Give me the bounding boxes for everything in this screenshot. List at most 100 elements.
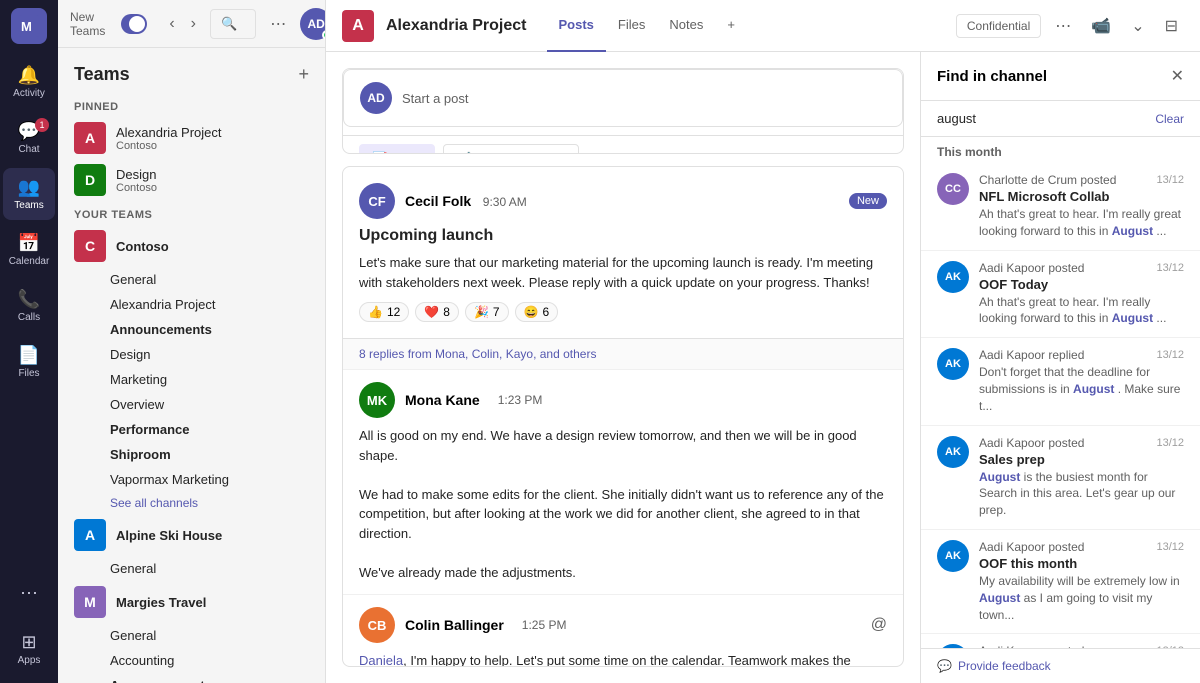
post-tab-btn[interactable]: 📝 Post <box>359 144 435 154</box>
team-alpine[interactable]: A Alpine Ski House <box>58 514 325 556</box>
reaction-party[interactable]: 🎉 7 <box>465 302 509 322</box>
tab-files[interactable]: Files <box>606 0 657 52</box>
app-logo: M <box>11 8 47 44</box>
find-result-2-title: OOF Today <box>979 277 1184 292</box>
back-button[interactable]: ‹ <box>163 11 180 37</box>
channel-tabs: Posts Files Notes + <box>547 0 747 52</box>
reaction-laugh[interactable]: 😄 6 <box>515 302 559 322</box>
reply1-body: All is good on my end. We have a design … <box>359 426 887 582</box>
channel-announcements[interactable]: Announcements <box>58 317 325 342</box>
find-result-4-header: Aadi Kapoor posted 13/12 <box>979 436 1184 450</box>
find-result-3-avatar: AK <box>937 348 969 380</box>
original-message: CF Cecil Folk 9:30 AM New Upcoming launc… <box>343 167 903 338</box>
rail-calendar[interactable]: 📅 Calendar <box>3 224 55 276</box>
find-result-5-title: OOF this month <box>979 556 1184 571</box>
rail-more[interactable]: ⋯ <box>3 567 55 619</box>
tab-posts[interactable]: Posts <box>547 0 606 52</box>
feedback-label: Provide feedback <box>958 659 1051 673</box>
sidebar-header: Teams + <box>58 48 325 93</box>
channel-general[interactable]: General <box>58 267 325 292</box>
rail-apps-label: Apps <box>18 655 41 666</box>
find-close-button[interactable]: ✕ <box>1171 66 1184 86</box>
find-result-6[interactable]: AK Aadi Kapoor posted 13/12 Important me… <box>921 634 1200 648</box>
channel-margies-announcements-label: Announcements <box>110 678 212 683</box>
find-result-3-header: Aadi Kapoor replied 13/12 <box>979 348 1184 362</box>
add-tab-button[interactable]: + <box>715 0 747 52</box>
channel-overview[interactable]: Overview <box>58 392 325 417</box>
more-options-button[interactable]: ⋯ <box>264 10 292 38</box>
calendar-icon: 📅 <box>18 233 40 254</box>
new-teams-switch[interactable] <box>121 14 147 34</box>
find-panel: Find in channel ✕ Clear This month CC Ch… <box>920 52 1200 683</box>
add-team-button[interactable]: + <box>298 64 309 85</box>
composer-avatar: AD <box>360 82 392 114</box>
see-all-contoso[interactable]: See all channels <box>58 492 325 514</box>
pinned-design[interactable]: D Design Contoso <box>58 159 325 201</box>
user-avatar[interactable]: AD <box>300 8 326 40</box>
find-result-4-content: Aadi Kapoor posted 13/12 Sales prep Augu… <box>979 436 1184 519</box>
msg-author-info: Cecil Folk 9:30 AM <box>405 193 527 209</box>
channel-alexandria-project[interactable]: Alexandria Project <box>58 292 325 317</box>
channel-logo: A <box>342 10 374 42</box>
rail-calls[interactable]: 📞 Calls <box>3 280 55 332</box>
find-result-1-title: NFL Microsoft Collab <box>979 189 1184 204</box>
replies-bar[interactable]: 8 replies from Mona, Colin, Kayo, and ot… <box>343 338 903 369</box>
reaction-heart[interactable]: ❤️ 8 <box>415 302 459 322</box>
reply2-body: Daniela, I'm happy to help. Let's put so… <box>359 651 887 667</box>
find-result-3[interactable]: AK Aadi Kapoor replied 13/12 Don't forge… <box>921 338 1200 425</box>
announcement-tab-btn[interactable]: 📢 Announcement <box>443 144 579 154</box>
post-composer[interactable]: AD Start a post <box>343 69 903 127</box>
channel-shiproom-label: Shiproom <box>110 447 171 462</box>
find-result-4[interactable]: AK Aadi Kapoor posted 13/12 Sales prep A… <box>921 426 1200 530</box>
rail-files[interactable]: 📄 Files <box>3 336 55 388</box>
find-clear-button[interactable]: Clear <box>1155 112 1184 126</box>
channel-alpine-general-label: General <box>110 561 156 576</box>
forward-button[interactable]: › <box>185 11 202 37</box>
find-result-3-date: 13/12 <box>1156 349 1184 361</box>
channel-alpine-general[interactable]: General <box>58 556 325 581</box>
new-teams-toggle: New Teams <box>70 10 147 38</box>
find-feedback[interactable]: 💬 Provide feedback <box>921 648 1200 683</box>
rail-chat[interactable]: 1 💬 Chat <box>3 112 55 164</box>
files-icon: 📄 <box>18 345 40 366</box>
find-result-5-header: Aadi Kapoor posted 13/12 <box>979 540 1184 554</box>
layout-button[interactable]: ⊟ <box>1159 12 1184 40</box>
team-contoso[interactable]: C Contoso <box>58 225 325 267</box>
channel-more-button[interactable]: ⋯ <box>1049 12 1077 40</box>
rail-apps[interactable]: ⊞ Apps <box>3 623 55 675</box>
channel-design[interactable]: Design <box>58 342 325 367</box>
channel-marketing[interactable]: Marketing <box>58 367 325 392</box>
find-result-2-preview: Ah that's great to hear. I'm really look… <box>979 294 1184 328</box>
team-margies[interactable]: M Margies Travel <box>58 581 325 623</box>
channel-accounting[interactable]: Accounting <box>58 648 325 673</box>
channel-vapormax[interactable]: Vapormax Marketing <box>58 467 325 492</box>
channel-performance[interactable]: Performance <box>58 417 325 442</box>
find-result-1[interactable]: CC Charlotte de Crum posted 13/12 NFL Mi… <box>921 163 1200 251</box>
margies-icon: M <box>74 586 106 618</box>
find-result-1-date: 13/12 <box>1156 174 1184 186</box>
tab-notes-label: Notes <box>669 17 703 32</box>
reaction-thumbs[interactable]: 👍 12 <box>359 302 409 322</box>
channel-name: Alexandria Project <box>386 17 527 35</box>
find-result-5[interactable]: AK Aadi Kapoor posted 13/12 OOF this mon… <box>921 530 1200 634</box>
reply-2: CB Colin Ballinger 1:25 PM @ Daniela, I'… <box>343 594 903 667</box>
pinned-alexandria[interactable]: A Alexandria Project Contoso <box>58 117 325 159</box>
pinned-alexandria-name: Alexandria Project <box>116 125 222 140</box>
find-title: Find in channel <box>937 68 1047 85</box>
search-box[interactable]: 🔍 <box>210 9 256 39</box>
channel-margies-announcements[interactable]: Announcements <box>58 673 325 683</box>
calls-icon: 📞 <box>18 289 40 310</box>
rail-activity[interactable]: 🔔 Activity <box>3 56 55 108</box>
find-result-4-avatar: AK <box>937 436 969 468</box>
video-call-button[interactable]: 📹 <box>1085 12 1117 40</box>
tab-notes[interactable]: Notes <box>657 0 715 52</box>
pinned-label: Pinned <box>58 93 325 117</box>
reaction-laugh-emoji: 😄 <box>524 305 539 319</box>
channel-shiproom[interactable]: Shiproom <box>58 442 325 467</box>
find-input[interactable] <box>937 111 1147 126</box>
find-result-2[interactable]: AK Aadi Kapoor posted 13/12 OOF Today Ah… <box>921 251 1200 339</box>
expand-button[interactable]: ⌄ <box>1125 12 1150 40</box>
reaction-party-emoji: 🎉 <box>474 305 489 319</box>
rail-teams[interactable]: 👥 Teams <box>3 168 55 220</box>
channel-margies-general[interactable]: General <box>58 623 325 648</box>
